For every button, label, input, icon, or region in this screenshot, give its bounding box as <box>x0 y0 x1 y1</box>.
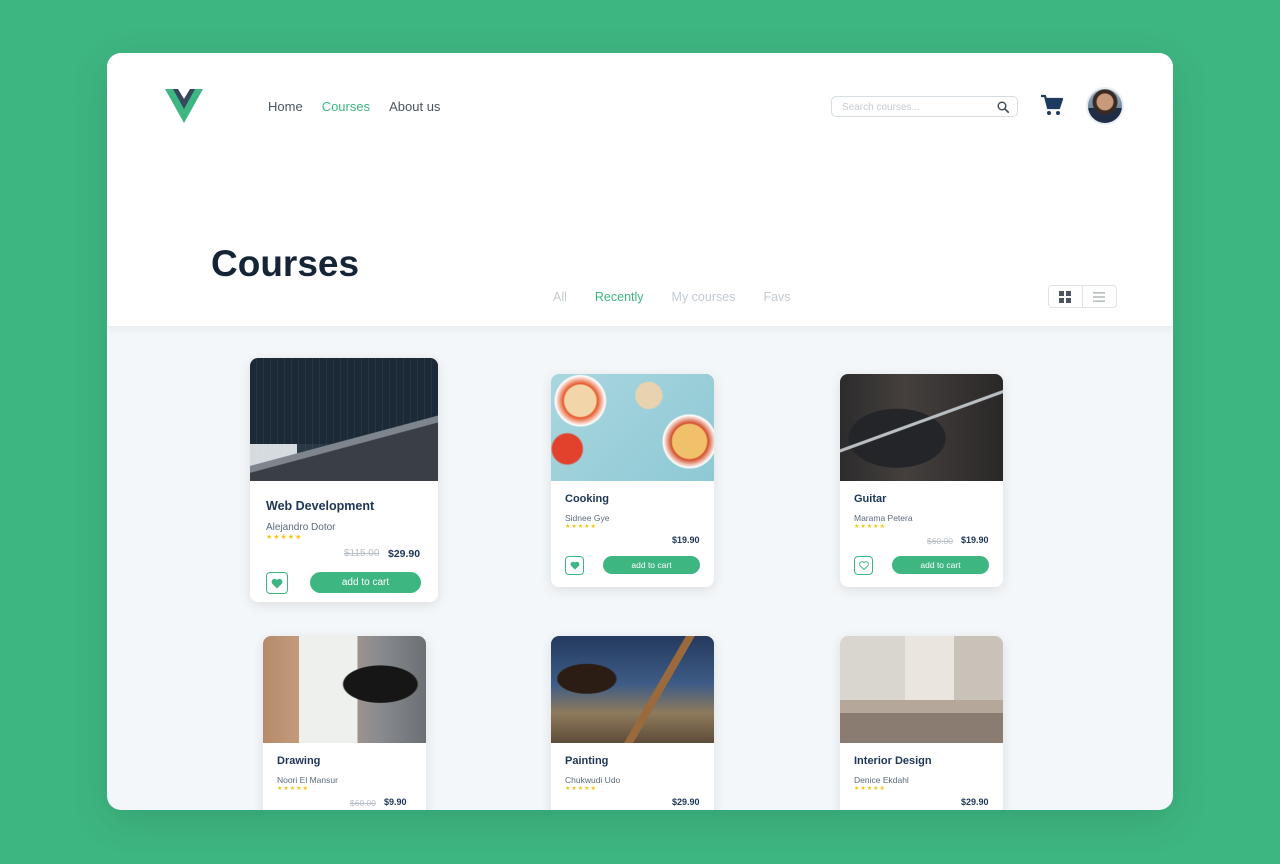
course-price: $19.90 <box>672 535 700 545</box>
user-avatar[interactable] <box>1086 87 1124 125</box>
search-box <box>831 96 1018 117</box>
list-view-button[interactable] <box>1083 286 1117 307</box>
course-price: $29.90 <box>388 548 421 560</box>
star-rating-icon: ★★★★★ <box>854 524 886 530</box>
course-author: Noori El Mansur <box>277 775 338 785</box>
course-title: Drawing <box>277 755 321 767</box>
course-author: Denice Ekdahl <box>854 775 909 785</box>
course-title: Guitar <box>854 493 887 505</box>
vue-logo-icon[interactable] <box>165 89 203 123</box>
course-title: Web Development <box>266 499 375 513</box>
course-filter-tabs: All Recently My courses Favs <box>553 290 791 304</box>
course-old-price: $115.00 <box>344 548 380 559</box>
course-old-price: $60.00 <box>350 798 376 808</box>
view-toggle <box>1048 285 1117 308</box>
course-title: Cooking <box>565 493 609 505</box>
heart-outline-icon <box>858 561 869 570</box>
page-title: Courses <box>211 243 360 284</box>
course-author: Marama Petera <box>854 513 913 523</box>
course-card-interior-design[interactable]: Interior Design Denice Ekdahl ★★★★★ $29.… <box>840 636 1003 810</box>
course-card-cooking[interactable]: Cooking Sidnee Gye ★★★★★ $19.90 add to c… <box>551 374 714 587</box>
star-rating-icon: ★★★★★ <box>565 524 597 530</box>
cart-icon[interactable] <box>1040 93 1064 117</box>
course-old-price: $60.00 <box>927 536 953 546</box>
tab-all[interactable]: All <box>553 290 567 304</box>
main-nav: Home Courses About us <box>268 99 440 114</box>
star-rating-icon: ★★★★★ <box>854 786 886 792</box>
course-price: $19.90 <box>961 535 989 545</box>
course-price: $29.90 <box>961 797 989 807</box>
course-card-drawing[interactable]: Drawing Noori El Mansur ★★★★★ $60.00 $9.… <box>263 636 426 810</box>
course-author: Chukwudi Udo <box>565 775 621 785</box>
course-card-guitar[interactable]: Guitar Marama Petera ★★★★★ $60.00 $19.90… <box>840 374 1003 587</box>
course-image-painting <box>551 636 714 743</box>
favorite-button[interactable] <box>854 556 873 575</box>
heart-filled-icon <box>271 578 283 588</box>
course-card-painting[interactable]: Painting Chukwudi Udo ★★★★★ $29.90 <box>551 636 714 810</box>
course-author: Sidnee Gye <box>565 513 610 523</box>
add-to-cart-button[interactable]: add to cart <box>603 556 700 574</box>
search-input[interactable] <box>842 100 992 114</box>
favorite-button[interactable] <box>266 572 288 594</box>
course-card-web-development[interactable]: Web Development Alejandro Dotor ★★★★★ $1… <box>250 358 438 602</box>
star-rating-icon: ★★★★★ <box>277 786 309 792</box>
nav-courses[interactable]: Courses <box>322 99 370 114</box>
heart-filled-icon <box>570 561 579 570</box>
nav-about-us[interactable]: About us <box>389 99 440 114</box>
star-rating-icon: ★★★★★ <box>266 534 303 541</box>
course-image-food <box>551 374 714 481</box>
course-image-laptop <box>250 358 438 481</box>
nav-home[interactable]: Home <box>268 99 303 114</box>
course-price: $9.90 <box>384 797 407 807</box>
header: Home Courses About us Courses All Recent… <box>107 53 1173 326</box>
add-to-cart-button[interactable]: add to cart <box>310 572 421 593</box>
grid-icon <box>1059 290 1072 303</box>
search-icon[interactable] <box>997 101 1009 113</box>
course-title: Interior Design <box>854 755 932 767</box>
list-icon <box>1093 291 1106 302</box>
add-to-cart-button[interactable]: add to cart <box>892 556 989 574</box>
tab-recently[interactable]: Recently <box>595 290 644 304</box>
course-author: Alejandro Dotor <box>266 522 336 533</box>
course-image-drawing <box>263 636 426 743</box>
course-title: Painting <box>565 755 609 767</box>
star-rating-icon: ★★★★★ <box>565 786 597 792</box>
app-window: Home Courses About us Courses All Recent… <box>107 53 1173 810</box>
course-price: $29.90 <box>672 797 700 807</box>
course-image-interior <box>840 636 1003 743</box>
grid-view-button[interactable] <box>1049 286 1083 307</box>
tab-my-courses[interactable]: My courses <box>672 290 736 304</box>
tab-favs[interactable]: Favs <box>763 290 790 304</box>
favorite-button[interactable] <box>565 556 584 575</box>
course-image-guitar <box>840 374 1003 481</box>
